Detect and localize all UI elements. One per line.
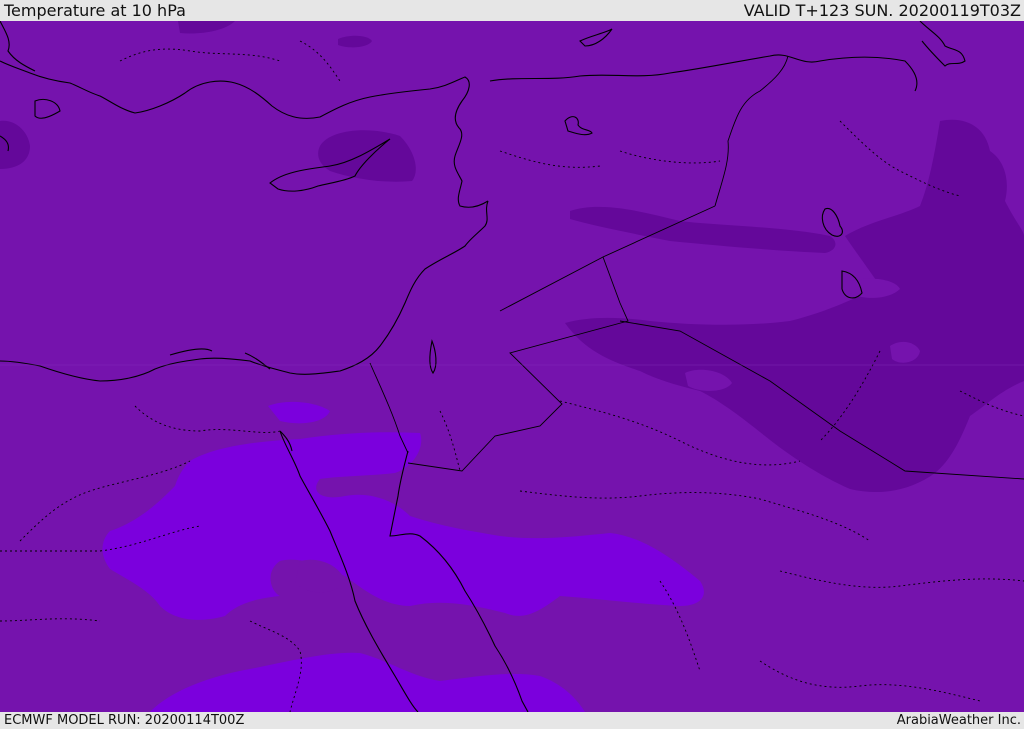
footer-bar: ECMWF MODEL RUN: 20200114T00Z ArabiaWeat…	[0, 712, 1024, 729]
map-title: Temperature at 10 hPa	[4, 1, 186, 20]
valid-time-label: VALID T+123 SUN. 20200119T03Z	[743, 1, 1021, 20]
model-run-label: ECMWF MODEL RUN: 20200114T00Z	[4, 713, 245, 728]
credit-label: ArabiaWeather Inc.	[896, 713, 1021, 728]
header-bar: Temperature at 10 hPa VALID T+123 SUN. 2…	[0, 0, 1024, 21]
temperature-map	[0, 21, 1024, 712]
